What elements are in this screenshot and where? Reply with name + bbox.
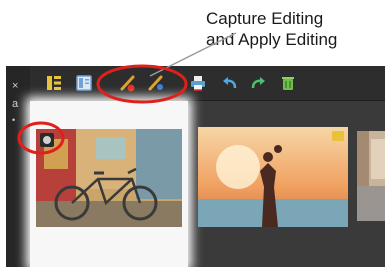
rail-letter: a	[12, 98, 19, 110]
callout-line-2: and Apply Editing	[206, 30, 338, 49]
thumbnail-bicycle[interactable]	[36, 129, 182, 227]
apply-editing-icon[interactable]	[146, 73, 166, 93]
thumbnail-sunset[interactable]	[198, 127, 348, 227]
thumbnail-strip	[30, 101, 385, 267]
undo-icon[interactable]	[220, 73, 240, 93]
panel-layout-icon[interactable]	[44, 73, 64, 93]
left-rail: × a •	[6, 66, 30, 267]
capture-editing-icon[interactable]	[118, 73, 138, 93]
callout-line-1: Capture Editing	[206, 9, 324, 28]
rail-marker: •	[12, 115, 16, 125]
delete-icon[interactable]	[278, 73, 298, 93]
print-icon[interactable]	[188, 73, 208, 93]
redo-icon[interactable]	[248, 73, 268, 93]
thumbnail-street[interactable]	[357, 131, 385, 221]
close-button[interactable]: ×	[12, 80, 18, 92]
callout-annotation: Capture Editing and Apply Editing	[206, 8, 385, 50]
app-panel: × a •	[6, 66, 385, 267]
info-panel-icon[interactable]	[74, 73, 94, 93]
toolbar	[30, 66, 385, 101]
